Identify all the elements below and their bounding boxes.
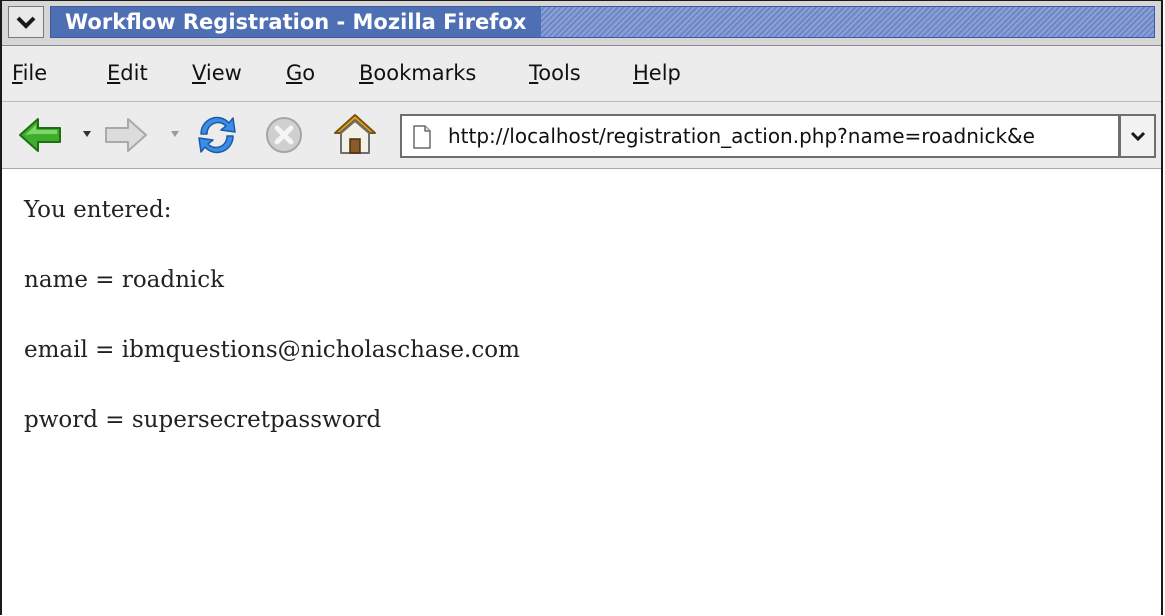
forward-arrow-icon (105, 118, 147, 152)
menu-bookmarks-rest: ookmarks (373, 61, 477, 85)
stop-button[interactable] (262, 114, 306, 156)
menu-go[interactable]: Go (286, 61, 315, 85)
url-bar[interactable]: http://localhost/registration_action.php… (400, 114, 1120, 158)
result-heading: You entered: (24, 197, 172, 223)
result-pword-line: pword = supersecretpassword (24, 407, 382, 433)
menu-tools-accel: T (529, 61, 539, 85)
menu-help-accel: H (633, 61, 649, 85)
url-history-dropdown-button[interactable] (1120, 114, 1156, 158)
menu-help[interactable]: Help (633, 61, 681, 85)
url-text[interactable]: http://localhost/registration_action.php… (448, 124, 1035, 148)
menu-bookmarks[interactable]: Bookmarks (359, 61, 476, 85)
forward-button[interactable] (102, 114, 150, 156)
menu-edit[interactable]: Edit (107, 61, 148, 85)
menu-file-accel: F (12, 61, 23, 85)
menu-file[interactable]: File (12, 61, 47, 85)
browser-window: Workflow Registration - Mozilla Firefox … (0, 0, 1163, 615)
small-triangle-down-icon (83, 131, 91, 137)
menu-bookmarks-accel: B (359, 61, 374, 85)
window-title: Workflow Registration - Mozilla Firefox (65, 10, 527, 34)
home-icon (334, 114, 376, 154)
navigation-toolbar: http://localhost/registration_action.php… (2, 102, 1161, 169)
back-history-dropdown[interactable] (82, 128, 92, 141)
menu-file-rest: ile (22, 61, 48, 85)
menu-go-rest: o (302, 61, 316, 85)
menu-bar: File Edit View Go Bookmarks Tools Help (2, 46, 1161, 102)
page-icon (412, 125, 432, 154)
small-triangle-down-icon (171, 131, 179, 137)
result-email-line: email = ibmquestions@nicholaschase.com (24, 337, 520, 363)
window-menu-button[interactable] (8, 6, 44, 38)
back-arrow-icon (19, 118, 61, 152)
title-bar: Workflow Registration - Mozilla Firefox (2, 1, 1161, 46)
menu-edit-rest: dit (120, 61, 148, 85)
result-name-line: name = roadnick (24, 267, 225, 293)
page-content: You entered: name = roadnick email = ibm… (2, 169, 1161, 615)
title-strip[interactable]: Workflow Registration - Mozilla Firefox (50, 6, 1155, 38)
title-text-area: Workflow Registration - Mozilla Firefox (51, 7, 541, 37)
reload-button[interactable] (192, 112, 242, 158)
menu-view-rest: iew (205, 61, 242, 85)
menu-go-accel: G (286, 61, 303, 85)
stop-icon (266, 117, 302, 153)
reload-icon (198, 116, 236, 154)
menu-view[interactable]: View (192, 61, 242, 85)
menu-tools-rest: ools (538, 61, 581, 85)
chevron-down-icon (16, 16, 36, 29)
home-button[interactable] (330, 110, 380, 158)
menu-tools[interactable]: Tools (529, 61, 581, 85)
menu-view-accel: V (192, 61, 206, 85)
chevron-down-icon (1130, 131, 1145, 142)
menu-help-rest: elp (648, 61, 681, 85)
back-button[interactable] (16, 114, 64, 156)
menu-edit-accel: E (107, 61, 121, 85)
forward-history-dropdown[interactable] (170, 128, 180, 141)
